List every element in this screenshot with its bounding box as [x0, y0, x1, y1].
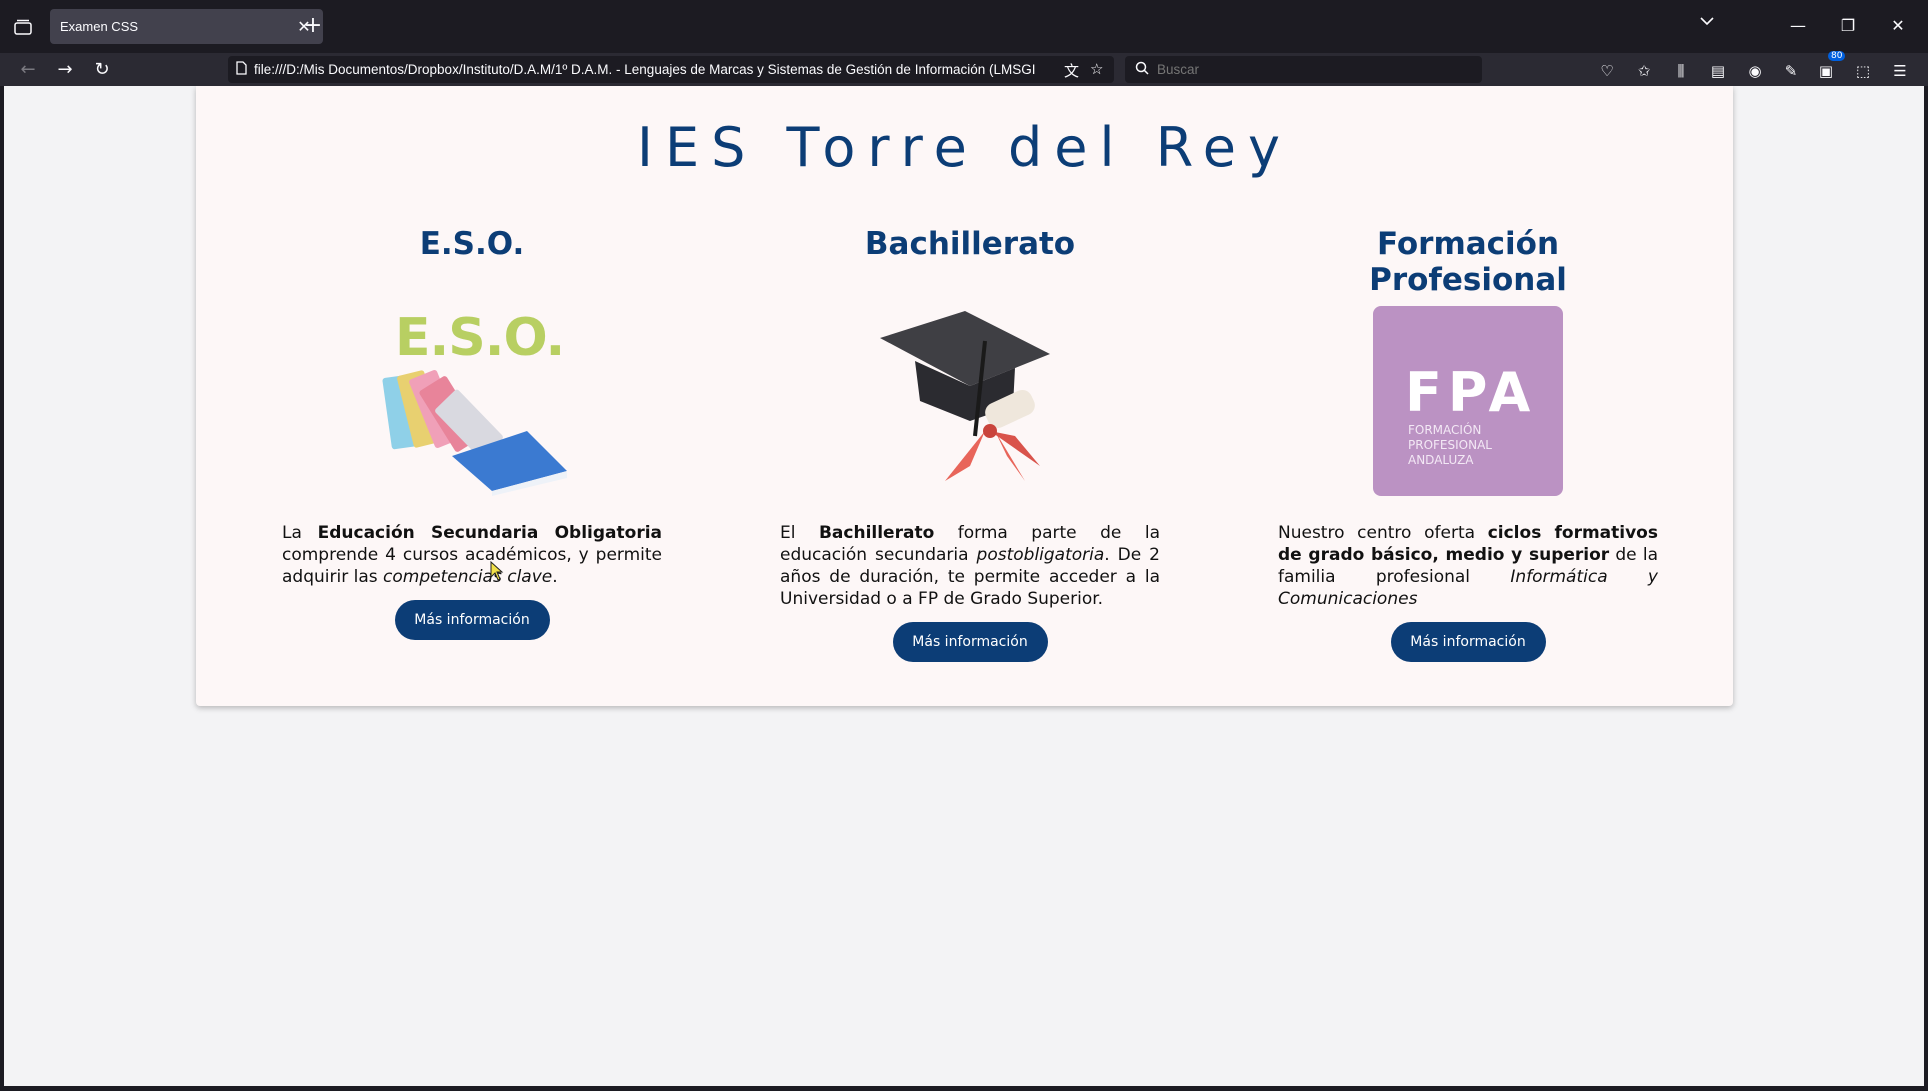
- library-icon[interactable]: ⫼: [1670, 60, 1692, 82]
- eso-books-image: E.S.O.: [377, 306, 567, 496]
- url-text[interactable]: file:///D:/Mis Documentos/Dropbox/Instit…: [254, 62, 1054, 77]
- eyedropper-icon[interactable]: ✎: [1780, 60, 1802, 82]
- sidebar-icon[interactable]: ▤: [1707, 60, 1729, 82]
- fpa-logo-text: FPA: [1405, 361, 1537, 424]
- window-bottom-edge: [0, 1086, 1928, 1091]
- page-title: IES Torre del Rey: [637, 116, 1292, 179]
- eso-more-info-button[interactable]: Más información: [394, 600, 550, 640]
- fp-column: Formación Profesional FPA FORMACIÓN PROF…: [1278, 226, 1658, 662]
- reload-icon[interactable]: ↻: [88, 56, 116, 84]
- eso-column: E.S.O. E.S.O. La Educación Secundaria Ob…: [282, 226, 662, 640]
- tab-list-icon[interactable]: [10, 14, 36, 40]
- search-icon: [1135, 60, 1149, 79]
- eso-description: La Educación Secundaria Obligatoria comp…: [282, 523, 662, 587]
- minimize-icon[interactable]: —: [1783, 12, 1813, 40]
- graduation-cap-image: [875, 306, 1065, 496]
- fpa-logo-subtitle: FORMACIÓN PROFESIONAL ANDALUZA: [1408, 423, 1492, 467]
- bachillerato-more-info-button[interactable]: Más información: [892, 622, 1048, 662]
- bookmark-star-icon[interactable]: ☆: [1090, 60, 1103, 78]
- pocket-icon[interactable]: ♡: [1596, 60, 1618, 82]
- mouse-cursor-icon: [490, 560, 504, 586]
- bookmarks-star-icon[interactable]: ✩: [1633, 60, 1655, 82]
- fpa-logo-image: FPA FORMACIÓN PROFESIONAL ANDALUZA: [1373, 306, 1563, 496]
- fp-title: Formación Profesional: [1369, 226, 1567, 298]
- nav-bar: ← → ↻ file:///D:/Mis Documentos/Dropbox/…: [0, 53, 1928, 86]
- url-bar[interactable]: file:///D:/Mis Documentos/Dropbox/Instit…: [228, 56, 1114, 83]
- extension-badge-icon[interactable]: ▣: [1815, 60, 1837, 82]
- extension-badge-count: 80: [1828, 51, 1846, 61]
- restore-icon[interactable]: ❐: [1833, 12, 1863, 40]
- fp-more-info-button[interactable]: Más información: [1390, 622, 1546, 662]
- menu-icon[interactable]: ☰: [1889, 60, 1911, 82]
- chevron-down-icon[interactable]: [1700, 14, 1714, 30]
- browser-window: Examen CSS ✕ + — ❐ ✕ ← → ↻ file:///D:/Mi…: [0, 0, 1928, 1091]
- account-icon[interactable]: ◉: [1744, 60, 1766, 82]
- fp-description: Nuestro centro oferta ciclos formativos …: [1278, 523, 1658, 609]
- bachillerato-column: Bachillerato El Bachillerato forma parte…: [780, 226, 1160, 662]
- bachillerato-title: Bachillerato: [864, 226, 1076, 262]
- tab-title: Examen CSS: [60, 19, 139, 34]
- content-card: IES Torre del Rey E.S.O. E.S.O. La Educa…: [196, 86, 1733, 706]
- translate-icon[interactable]: 文: [1064, 60, 1079, 81]
- close-window-icon[interactable]: ✕: [1883, 12, 1913, 40]
- tab-active[interactable]: Examen CSS ✕: [50, 9, 323, 44]
- tab-bar: Examen CSS ✕ + — ❐ ✕: [0, 0, 1928, 53]
- page-icon: [236, 60, 254, 79]
- eso-title: E.S.O.: [419, 226, 525, 262]
- new-tab-icon[interactable]: +: [300, 14, 326, 40]
- page-viewport: IES Torre del Rey E.S.O. E.S.O. La Educa…: [4, 86, 1924, 1086]
- search-input[interactable]: [1157, 62, 1334, 77]
- extensions-icon[interactable]: ⬚: [1852, 60, 1874, 82]
- forward-arrow-icon[interactable]: →: [51, 56, 79, 84]
- bachillerato-description: El Bachillerato forma parte de la educac…: [780, 523, 1160, 609]
- back-arrow-icon[interactable]: ←: [14, 56, 42, 84]
- search-bar[interactable]: [1125, 56, 1482, 83]
